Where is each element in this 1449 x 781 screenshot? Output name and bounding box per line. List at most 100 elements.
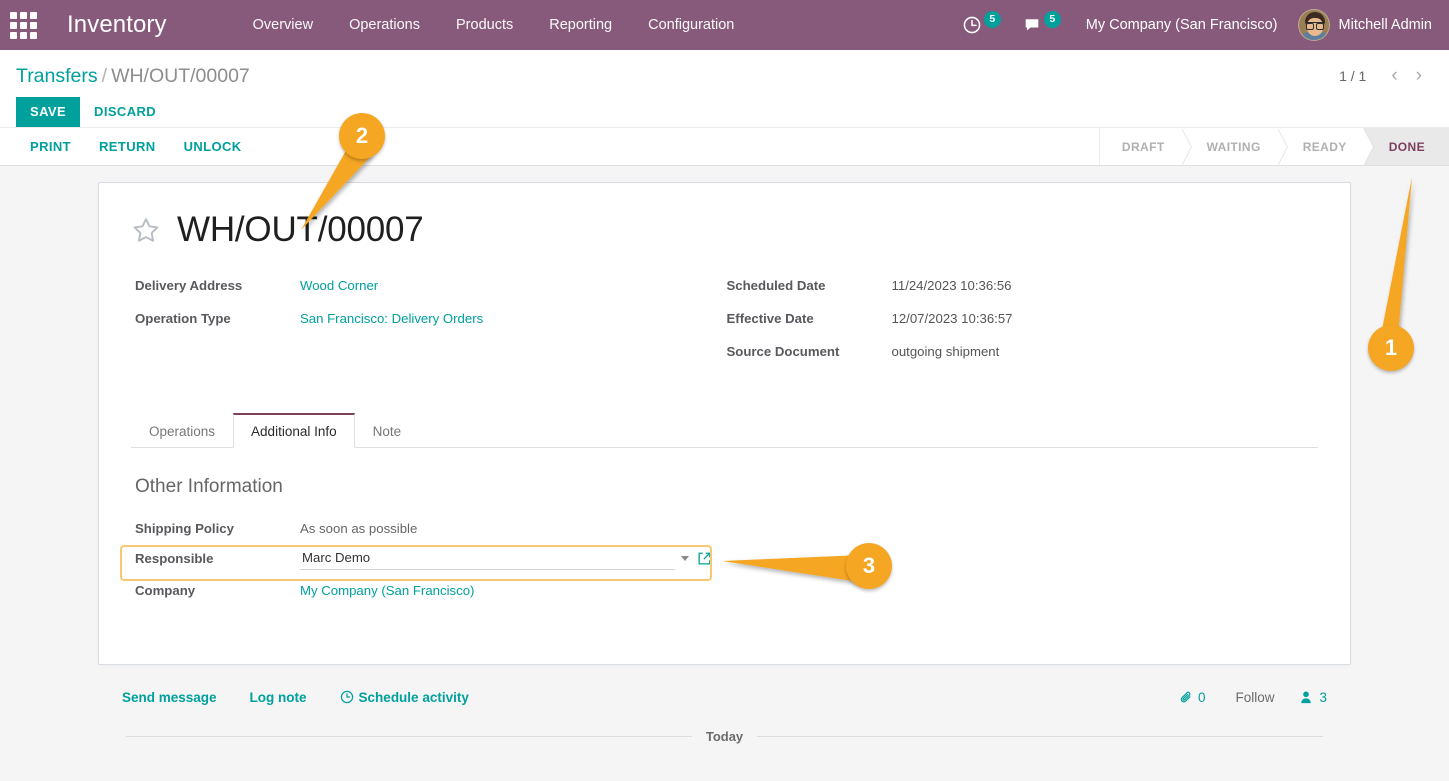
notebook-tabs: Operations Additional Info Note — [131, 412, 1318, 448]
menu-item-reporting[interactable]: Reporting — [531, 0, 630, 50]
tab-note[interactable]: Note — [355, 413, 420, 448]
activities-count-badge: 5 — [983, 10, 1001, 28]
discard-button[interactable]: DISCARD — [80, 97, 170, 127]
status-waiting[interactable]: WAITING — [1180, 128, 1288, 166]
responsible-widget — [300, 547, 712, 570]
unlock-button[interactable]: UNLOCK — [170, 128, 256, 165]
status-draft[interactable]: DRAFT — [1099, 128, 1192, 166]
tab-operations[interactable]: Operations — [131, 413, 233, 448]
field-responsible: Responsible — [135, 546, 1314, 572]
log-note-button[interactable]: Log note — [250, 690, 307, 705]
star-favorite-icon[interactable] — [131, 216, 161, 245]
chevron-right-icon[interactable]: › — [1407, 66, 1431, 85]
tab-page-additional-info: Other Information Shipping Policy As soo… — [131, 448, 1318, 638]
field-label-delivery-address: Delivery Address — [135, 277, 243, 293]
page-title: WH/OUT/00007 — [177, 210, 424, 249]
field-label-operation-type: Operation Type — [135, 310, 231, 326]
separator-line-left — [126, 735, 692, 737]
chatter-toolbar: Send message Log note Schedule activity … — [122, 681, 1327, 713]
field-value-delivery-address[interactable]: Wood Corner — [300, 278, 378, 293]
main-menu: Overview Operations Products Reporting C… — [235, 0, 753, 50]
field-value-shipping-policy[interactable]: As soon as possible — [300, 521, 417, 536]
messages-count-badge: 5 — [1043, 10, 1061, 28]
field-value-operation-type[interactable]: San Francisco: Delivery Orders — [300, 311, 483, 326]
company-switcher[interactable]: My Company (San Francisco) — [1072, 17, 1292, 33]
chatter: Send message Log note Schedule activity … — [98, 681, 1351, 744]
field-scheduled-date: Scheduled Date 11/24/2023 10:36:56 — [727, 278, 1319, 299]
external-link-icon[interactable] — [697, 551, 712, 566]
print-button[interactable]: PRINT — [16, 128, 85, 165]
field-label-effective-date: Effective Date — [726, 310, 814, 326]
followers-counter[interactable]: 3 — [1300, 690, 1327, 705]
field-value-scheduled-date[interactable]: 11/24/2023 10:36:56 — [892, 278, 1012, 293]
navbar-systray: 5 5 My Company (San Francisco) Mitchell … — [952, 9, 1449, 41]
schedule-activity-label: Schedule activity — [358, 689, 469, 705]
tab-additional-info[interactable]: Additional Info — [233, 412, 355, 448]
user-avatar — [1297, 9, 1330, 41]
field-value-effective-date[interactable]: 12/07/2023 10:36:57 — [892, 311, 1013, 326]
activities-menu[interactable]: 5 — [952, 10, 1012, 34]
field-label-shipping-policy: Shipping Policy — [135, 521, 234, 536]
pager-count: 1 / 1 — [1339, 67, 1367, 84]
field-source-document: Source Document outgoing shipment — [727, 344, 1319, 365]
breadcrumb-separator: / — [101, 65, 108, 87]
control-panel-top: Transfers / WH/OUT/00007 SAVE DISCARD 1 / … — [0, 50, 1449, 127]
apps-menu-button[interactable] — [0, 0, 46, 50]
field-company: Company My Company (San Francisco) — [135, 578, 1314, 604]
paperclip-icon — [1180, 691, 1191, 702]
header-fields-right: Scheduled Date 11/24/2023 10:36:56 Effec… — [725, 278, 1319, 377]
clock-activity-icon — [963, 16, 980, 34]
schedule-activity-button[interactable]: Schedule activity — [340, 690, 469, 705]
today-label: Today — [705, 728, 744, 744]
chatter-status: 0 Follow 3 — [1153, 690, 1327, 705]
form-sheet: WH/OUT/00007 Delivery Address Wood Corne… — [98, 182, 1351, 665]
return-button[interactable]: RETURN — [85, 128, 170, 165]
breadcrumb-transfers[interactable]: Transfers — [16, 65, 98, 87]
menu-item-overview[interactable]: Overview — [235, 0, 331, 50]
field-value-company[interactable]: My Company (San Francisco) — [300, 583, 474, 598]
menu-item-products[interactable]: Products — [438, 0, 531, 50]
chevron-left-icon[interactable]: ‹ — [1382, 66, 1406, 85]
record-pager: 1 / 1 ‹ › — [1339, 66, 1431, 85]
field-label-responsible: Responsible — [135, 551, 214, 566]
messages-menu[interactable]: 5 — [1012, 10, 1072, 34]
app-brand-inventory[interactable]: Inventory — [46, 11, 177, 39]
breadcrumb-current: WH/OUT/00007 — [111, 65, 250, 87]
field-effective-date: Effective Date 12/07/2023 10:36:57 — [727, 311, 1319, 332]
field-label-company: Company — [135, 583, 196, 598]
person-icon — [1301, 691, 1312, 703]
follow-button[interactable]: Follow — [1235, 690, 1274, 705]
control-panel-bottom: PRINT RETURN UNLOCK DRAFT WAITING READY … — [0, 127, 1449, 166]
menu-item-configuration[interactable]: Configuration — [630, 0, 752, 50]
top-navbar: Inventory Overview Operations Products R… — [0, 0, 1449, 50]
status-done[interactable]: DONE — [1362, 128, 1449, 165]
apps-grid-icon — [9, 11, 37, 39]
record-action-buttons: PRINT RETURN UNLOCK — [0, 128, 256, 165]
save-button[interactable]: SAVE — [16, 97, 81, 127]
send-message-button[interactable]: Send message — [122, 690, 217, 705]
header-fields: Delivery Address Wood Corner Operation T… — [131, 278, 1318, 377]
status-ready[interactable]: READY — [1276, 128, 1374, 166]
responsible-input[interactable] — [300, 547, 675, 570]
record-edit-buttons: SAVE DISCARD — [16, 97, 250, 127]
form-view: WH/OUT/00007 Delivery Address Wood Corne… — [0, 166, 1449, 781]
field-value-source-document[interactable]: outgoing shipment — [892, 344, 1000, 359]
attachment-count: 0 — [1197, 689, 1206, 705]
clock-icon — [340, 690, 353, 704]
field-operation-type: Operation Type San Francisco: Delivery O… — [135, 311, 725, 332]
chevron-down-icon[interactable] — [681, 556, 689, 561]
breadcrumb: Transfers / WH/OUT/00007 — [16, 64, 250, 88]
user-name-label: Mitchell Admin — [1338, 17, 1432, 33]
chat-bubble-icon — [1025, 19, 1039, 31]
user-menu[interactable]: Mitchell Admin — [1292, 9, 1444, 41]
followers-count: 3 — [1319, 689, 1327, 705]
today-separator: Today — [122, 729, 1327, 744]
group-title-other-information: Other Information — [135, 475, 283, 497]
control-panel: Transfers / WH/OUT/00007 SAVE DISCARD 1 / … — [0, 50, 1449, 166]
notebook: Operations Additional Info Note Other In… — [131, 412, 1318, 638]
attachments-counter[interactable]: 0 — [1179, 689, 1206, 705]
odoo-inventory-page: Inventory Overview Operations Products R… — [0, 0, 1449, 781]
separator-line-right — [757, 735, 1324, 737]
menu-item-operations[interactable]: Operations — [331, 0, 438, 50]
field-label-scheduled-date: Scheduled Date — [726, 277, 826, 293]
